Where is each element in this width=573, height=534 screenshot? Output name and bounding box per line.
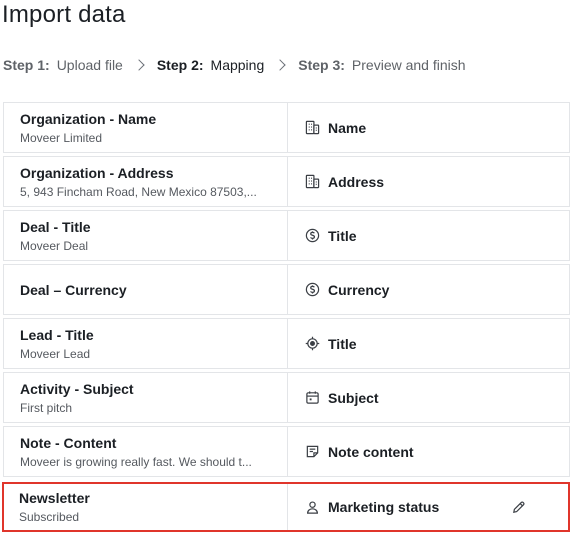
step-preview-and-finish[interactable]: Step 3: Preview and finish	[298, 57, 465, 73]
source-field-name: Lead - Title	[20, 326, 94, 343]
target-field-name: Name	[328, 119, 367, 136]
mapping-row-deal-currency[interactable]: Deal – Currency Currency	[3, 264, 570, 315]
source-field-cell: Organization - Name Moveer Limited	[4, 103, 288, 152]
building-icon	[304, 174, 320, 190]
source-field-cell: Deal – Currency	[4, 265, 288, 314]
source-field-name: Newsletter	[19, 490, 90, 506]
target-field-cell[interactable]: Title	[288, 211, 569, 260]
source-field-sample: Moveer Limited	[20, 130, 103, 145]
target-field-cell[interactable]: Note content	[288, 427, 569, 476]
source-field-sample: Moveer is growing really fast. We should…	[20, 454, 252, 469]
step-number: Step 2:	[156, 57, 204, 73]
mapping-row-activity-subject[interactable]: Activity - Subject First pitch Subject	[3, 372, 570, 423]
source-field-name: Organization - Name	[20, 110, 157, 127]
mapping-row-lead-title[interactable]: Lead - Title Moveer Lead Title	[3, 318, 570, 369]
dollar-coin-icon	[304, 228, 320, 244]
source-field-name: Note - Content	[20, 434, 117, 451]
source-field-sample: First pitch	[20, 400, 73, 415]
target-field-name: Address	[328, 173, 385, 190]
dollar-coin-icon	[304, 282, 320, 298]
target-field-name: Title	[328, 335, 357, 352]
step-number: Step 1:	[3, 57, 50, 73]
person-icon	[304, 499, 320, 515]
calendar-icon	[304, 390, 320, 406]
target-field-cell[interactable]: Marketing status	[288, 484, 568, 530]
target-field-name: Currency	[328, 281, 390, 298]
mapping-row-organization-name[interactable]: Organization - Name Moveer Limited Name	[3, 102, 570, 153]
chevron-right-icon	[133, 59, 145, 71]
target-field-cell[interactable]: Title	[288, 319, 569, 368]
source-field-cell: Note - Content Moveer is growing really …	[4, 427, 288, 476]
target-icon	[304, 336, 320, 352]
source-field-name: Deal - Title	[20, 218, 91, 235]
target-field-cell[interactable]: Subject	[288, 373, 569, 422]
pencil-icon[interactable]	[510, 499, 526, 515]
source-field-cell: Newsletter Subscribed	[4, 484, 288, 530]
source-field-name: Organization - Address	[20, 164, 174, 181]
building-icon	[304, 120, 320, 136]
source-field-sample: 5, 943 Fincham Road, New Mexico 87503,..…	[20, 184, 257, 199]
step-upload-file[interactable]: Step 1: Upload file	[3, 57, 123, 73]
step-label: Mapping	[210, 57, 265, 73]
target-field-cell[interactable]: Name	[288, 103, 569, 152]
note-icon	[304, 444, 320, 460]
source-field-sample: Moveer Deal	[20, 238, 89, 253]
target-field-name: Title	[328, 227, 357, 244]
source-field-cell: Organization - Address 5, 943 Fincham Ro…	[4, 157, 288, 206]
step-mapping[interactable]: Step 2: Mapping	[157, 57, 264, 73]
step-number: Step 3:	[298, 57, 345, 73]
mapping-row-deal-title[interactable]: Deal - Title Moveer Deal Title	[3, 210, 570, 261]
chevron-right-icon	[274, 59, 286, 71]
step-label: Upload file	[56, 57, 123, 73]
mapping-row-newsletter[interactable]: Newsletter Subscribed Marketing status	[2, 482, 570, 532]
stepper: Step 1: Upload file Step 2: Mapping Step…	[3, 55, 466, 75]
source-field-sample: Moveer Lead	[20, 346, 91, 361]
mapping-row-note-content[interactable]: Note - Content Moveer is growing really …	[3, 426, 570, 477]
source-field-cell: Activity - Subject First pitch	[4, 373, 288, 422]
source-field-cell: Deal - Title Moveer Deal	[4, 211, 288, 260]
source-field-name: Deal – Currency	[20, 281, 127, 298]
source-field-name: Activity - Subject	[20, 380, 134, 397]
target-field-cell[interactable]: Address	[288, 157, 569, 206]
page-title: Import data	[2, 1, 126, 28]
target-field-name: Subject	[328, 389, 379, 406]
step-label: Preview and finish	[351, 57, 466, 73]
target-field-cell[interactable]: Currency	[288, 265, 569, 314]
mapping-row-organization-address[interactable]: Organization - Address 5, 943 Fincham Ro…	[3, 156, 570, 207]
source-field-sample: Subscribed	[19, 510, 80, 524]
target-field-name: Marketing status	[328, 499, 440, 515]
target-field-name: Note content	[328, 443, 414, 460]
source-field-cell: Lead - Title Moveer Lead	[4, 319, 288, 368]
